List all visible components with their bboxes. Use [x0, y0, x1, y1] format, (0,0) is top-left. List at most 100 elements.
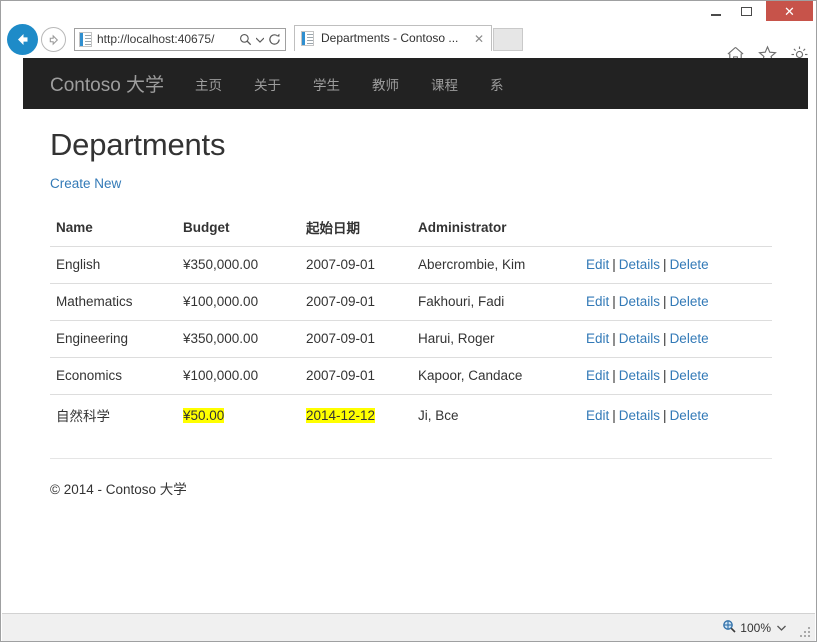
cell-name: Engineering — [50, 320, 177, 358]
cell-start-date: 2007-09-01 — [300, 320, 412, 358]
title-bar: ✕ — [1, 1, 816, 22]
details-link[interactable]: Details — [619, 294, 660, 309]
delete-link[interactable]: Delete — [670, 257, 709, 272]
maximize-icon — [741, 7, 752, 16]
action-separator: | — [612, 407, 616, 423]
edit-link[interactable]: Edit — [586, 331, 609, 346]
address-bar-url[interactable]: http://localhost:40675/ — [97, 32, 236, 47]
page-content: Departments Create New Name Budget 起始日期 … — [23, 109, 808, 498]
action-separator: | — [663, 331, 667, 346]
cell-budget: ¥100,000.00 — [177, 357, 300, 395]
column-header-start-date: 起始日期 — [300, 209, 412, 247]
cell-name: English — [56, 257, 101, 272]
page-favicon-icon — [79, 32, 93, 47]
site-footer: © 2014 - Contoso 大学 — [50, 482, 187, 497]
resize-grip[interactable] — [799, 626, 812, 639]
search-icon[interactable] — [236, 29, 254, 50]
status-bar: 100% — [2, 613, 815, 641]
cell-actions: Edit | Details | Delete — [580, 283, 772, 321]
zoom-control[interactable]: 100% — [722, 619, 787, 636]
forward-arrow-icon — [49, 34, 58, 45]
zoom-dropdown-icon[interactable] — [775, 625, 787, 631]
nav-item-students[interactable]: 学生 — [297, 74, 356, 94]
refresh-icon[interactable] — [265, 29, 283, 50]
table-header-row: Name Budget 起始日期 Administrator — [50, 209, 772, 247]
delete-link[interactable]: Delete — [670, 408, 709, 423]
departments-table: Name Budget 起始日期 Administrator English ¥3… — [50, 209, 772, 436]
edit-link[interactable]: Edit — [586, 294, 609, 309]
table-header: Name Budget 起始日期 Administrator — [50, 209, 772, 247]
cell-administrator: Kapoor, Candace — [412, 357, 580, 395]
table-row: Engineering ¥350,000.00 2007-09-01 Harui, R… — [50, 320, 772, 358]
column-header-administrator: Administrator — [412, 209, 580, 247]
action-separator: | — [612, 257, 616, 272]
details-link[interactable]: Details — [619, 408, 660, 423]
cell-start-date: 2007-09-01 — [300, 283, 412, 321]
browser-window: ✕ http://localhost:40675/ Departments - … — [0, 0, 817, 642]
action-separator: | — [663, 368, 667, 383]
cell-start-date-value: 2014-12-12 — [306, 407, 376, 423]
column-header-actions — [580, 209, 772, 247]
footer-divider — [50, 458, 772, 459]
page-title: Departments — [50, 127, 226, 162]
delete-link[interactable]: Delete — [670, 294, 709, 309]
site-navbar: Contoso 大学 主页 关于 学生 教师 课程 系 — [23, 58, 808, 109]
delete-link[interactable]: Delete — [670, 368, 709, 383]
cell-administrator: Abercrombie, Kim — [418, 257, 526, 272]
address-bar[interactable]: http://localhost:40675/ — [74, 28, 286, 51]
cell-budget: ¥100,000.00 — [177, 283, 300, 321]
cell-start-date: 2007-09-01 — [300, 357, 412, 395]
table-row: Mathematics ¥100,000.00 2007-09-01 Fakhouri… — [50, 283, 772, 321]
cell-budget-value: ¥50.00 — [183, 407, 225, 423]
nav-item-courses[interactable]: 课程 — [415, 74, 474, 94]
minimize-icon — [710, 14, 721, 16]
new-tab-button[interactable] — [493, 28, 523, 51]
minimize-button[interactable] — [701, 2, 730, 21]
action-separator: | — [612, 331, 616, 346]
edit-link[interactable]: Edit — [586, 408, 609, 423]
tab-title: Departments - Contoso ... — [321, 31, 459, 45]
tab-close-icon[interactable]: ✕ — [471, 31, 487, 47]
cell-budget: ¥350,000.00 — [177, 320, 300, 358]
cell-name: Economics — [50, 357, 177, 395]
delete-link[interactable]: Delete — [670, 331, 709, 346]
details-link[interactable]: Details — [619, 368, 660, 383]
create-new-link[interactable]: Create New — [50, 176, 121, 191]
nav-item-about[interactable]: 关于 — [238, 74, 297, 94]
column-header-budget: Budget — [177, 209, 300, 247]
cell-actions: Edit | Details | Delete — [580, 357, 772, 395]
details-link[interactable]: Details — [619, 257, 660, 272]
edit-link[interactable]: Edit — [586, 368, 609, 383]
forward-button[interactable] — [41, 27, 66, 52]
action-separator: | — [612, 294, 616, 309]
action-separator: | — [663, 407, 667, 423]
zoom-level-label: 100% — [740, 620, 771, 635]
close-window-button[interactable]: ✕ — [766, 1, 813, 22]
cell-actions: Edit | Details | Delete — [580, 247, 772, 284]
action-separator: | — [663, 257, 667, 272]
cell-administrator: Fakhouri, Fadi — [412, 283, 580, 321]
nav-item-departments[interactable]: 系 — [474, 74, 520, 94]
browser-tab[interactable]: Departments - Contoso ... ✕ — [294, 25, 492, 51]
cell-administrator: Ji, Bce — [412, 394, 580, 436]
cell-budget: ¥350,000.00 — [183, 257, 259, 272]
edit-link[interactable]: Edit — [586, 257, 609, 272]
cell-name: 自然科学 — [50, 394, 177, 436]
maximize-button[interactable] — [732, 2, 761, 21]
back-button[interactable] — [7, 24, 38, 55]
cell-name: Mathematics — [50, 283, 177, 321]
details-link[interactable]: Details — [619, 331, 660, 346]
cell-administrator: Harui, Roger — [412, 320, 580, 358]
nav-item-instructors[interactable]: 教师 — [356, 74, 415, 94]
back-arrow-icon — [18, 34, 28, 45]
close-icon: ✕ — [784, 3, 795, 19]
browser-toolbar: http://localhost:40675/ Departments - Co… — [1, 21, 816, 63]
nav-item-home[interactable]: 主页 — [179, 74, 238, 94]
zoom-magnifier-icon — [722, 619, 736, 636]
cell-start-date: 2014-12-12 — [300, 394, 412, 436]
action-separator: | — [612, 368, 616, 383]
column-header-name: Name — [50, 209, 177, 247]
address-dropdown-icon[interactable] — [254, 29, 265, 50]
cell-actions: Edit | Details | Delete — [580, 320, 772, 358]
site-brand[interactable]: Contoso 大学 — [23, 70, 179, 97]
